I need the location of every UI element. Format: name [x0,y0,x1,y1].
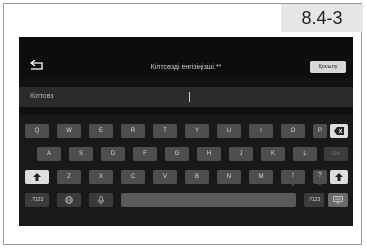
key-a[interactable]: A [37,147,61,161]
hide-keyboard-key[interactable] [328,193,348,207]
key-t[interactable]: T [153,124,177,138]
key-exclaim-comma-label: ! , [292,172,294,187]
connect-button[interactable]: Қосылу [310,61,346,73]
password-field-label: Кілтсөз [30,93,54,100]
key-d[interactable]: D [101,147,125,161]
shift-icon [335,173,343,181]
key-m[interactable]: M [249,170,273,184]
key-i[interactable]: I [249,124,273,138]
page-number-label: 8.4-3 [281,4,363,32]
top-bar: Кілтсөзді енгізіңізші.** Қосылу [19,37,353,78]
key-u[interactable]: U [217,124,241,138]
key-w[interactable]: W [57,124,81,138]
key-y[interactable]: Y [185,124,209,138]
key-l[interactable]: L [293,147,317,161]
shift-icon [33,173,41,181]
key-v[interactable]: V [153,170,177,184]
shift-key-right[interactable] [330,170,348,184]
space-key[interactable] [121,193,296,207]
key-e[interactable]: E [89,124,113,138]
key-x[interactable]: X [89,170,113,184]
key-r[interactable]: R [121,124,145,138]
go-key[interactable]: Go [324,147,348,161]
symbols-key-right[interactable]: .?123 [304,193,324,207]
key-q[interactable]: Q [25,124,49,138]
key-s[interactable]: S [69,147,93,161]
key-g[interactable]: G [165,147,189,161]
password-prompt: Кілтсөзді енгізіңізші.** [150,64,222,71]
password-field[interactable]: Кілтсөз [19,87,353,107]
key-question-period[interactable]: ? . [313,170,327,187]
key-question-period-label: ? . [318,172,322,187]
key-exclaim-comma[interactable]: ! , [281,170,305,187]
backspace-key[interactable] [330,124,348,138]
keyboard-hide-icon [333,196,343,204]
key-c[interactable]: C [121,170,145,184]
key-h[interactable]: H [197,147,221,161]
key-f[interactable]: F [133,147,157,161]
key-z[interactable]: Z [57,170,81,184]
shift-key-left[interactable] [25,170,49,184]
device-screen: Кілтсөзді енгізіңізші.** Қосылу Кілтсөз … [19,37,353,226]
key-j[interactable]: J [229,147,253,161]
key-o[interactable]: O [281,124,305,138]
key-b[interactable]: B [185,170,209,184]
microphone-icon [98,196,104,205]
key-n[interactable]: N [217,170,241,184]
on-screen-keyboard: Q W E R T Y U I O P A S D F G H J K L Go [19,115,353,226]
language-key[interactable] [57,193,81,207]
globe-icon [65,196,73,204]
voice-input-key[interactable] [89,193,113,207]
key-k[interactable]: K [261,147,285,161]
key-p[interactable]: P [313,124,327,138]
backspace-icon [334,127,344,135]
text-cursor [189,92,190,102]
symbols-key-left[interactable]: .?123 [25,193,49,207]
